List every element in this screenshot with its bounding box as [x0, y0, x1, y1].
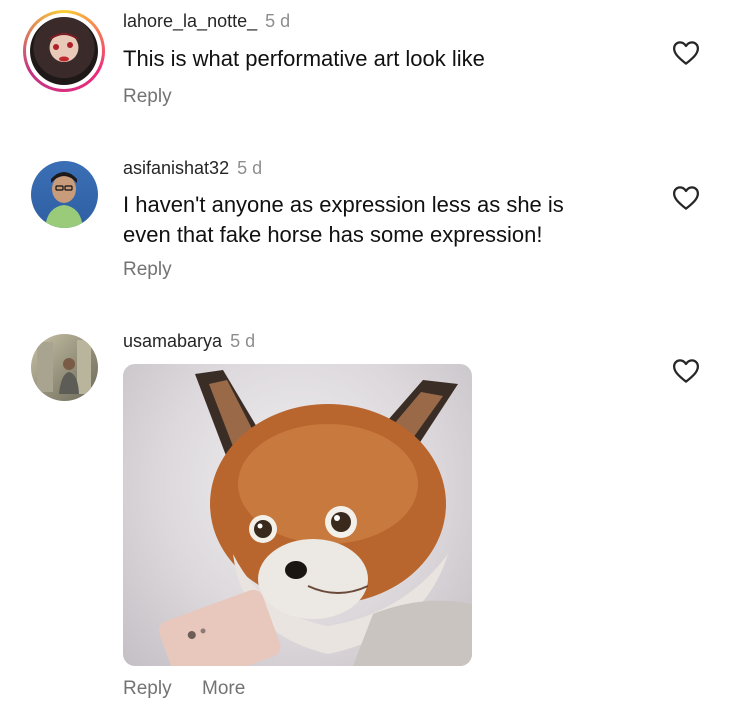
- username-text[interactable]: usamabarya: [123, 331, 222, 351]
- comment-text: This is what performative art look like: [123, 46, 485, 71]
- username-text[interactable]: asifanishat32: [123, 158, 229, 178]
- comment-text: I haven't anyone as expression less as s…: [123, 190, 564, 250]
- more-button[interactable]: More: [202, 678, 245, 700]
- comment-username[interactable]: lahore_la_notte_ 5 d: [123, 11, 290, 32]
- story-ring[interactable]: [23, 10, 105, 92]
- comment-username[interactable]: asifanishat32 5 d: [123, 158, 262, 179]
- avatar[interactable]: [30, 17, 98, 85]
- comment-timestamp: 5 d: [265, 11, 291, 31]
- comment-timestamp: 5 d: [237, 158, 263, 178]
- comment-gif-image[interactable]: [123, 364, 472, 666]
- heart-outline-icon[interactable]: [671, 38, 701, 68]
- reply-button[interactable]: Reply: [123, 86, 172, 108]
- comment-text-line: I haven't anyone as expression less as s…: [123, 192, 564, 217]
- comment-username[interactable]: usamabarya 5 d: [123, 331, 255, 352]
- avatar[interactable]: [31, 334, 98, 401]
- reply-button[interactable]: Reply: [123, 678, 172, 700]
- heart-outline-icon[interactable]: [671, 356, 701, 386]
- avatar[interactable]: [31, 161, 98, 228]
- username-text[interactable]: lahore_la_notte_: [123, 11, 257, 31]
- reply-button[interactable]: Reply: [123, 259, 172, 281]
- comment-text-line: even that fake horse has some expression…: [123, 222, 543, 247]
- comment-timestamp: 5 d: [230, 331, 256, 351]
- fox-image: [158, 370, 472, 666]
- heart-outline-icon[interactable]: [671, 183, 701, 213]
